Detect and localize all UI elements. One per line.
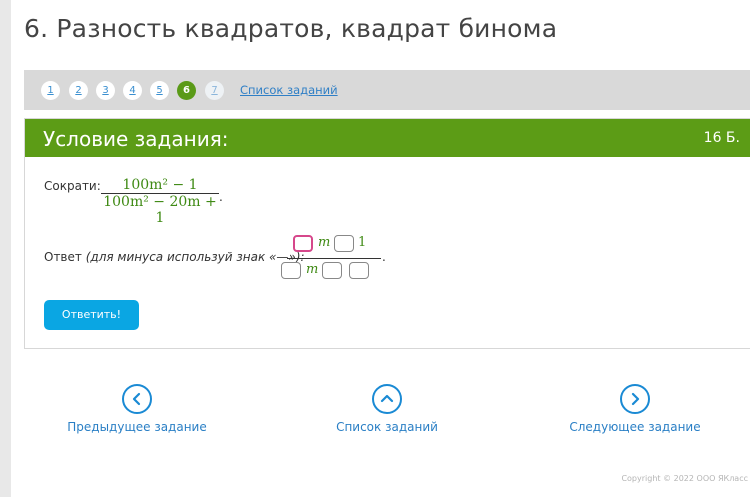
prompt-label: Сократи: (44, 179, 101, 193)
pager-item-3[interactable]: 3 (96, 81, 115, 100)
prev-task-nav[interactable]: Предыдущее задание (37, 384, 237, 434)
chevron-right-icon[interactable] (620, 384, 650, 414)
task-panel: Условие задания: 16 Б. Сократи: 100m² − … (24, 118, 750, 349)
task-header: Условие задания: 16 Б. (25, 119, 750, 157)
answer-denominator-sign-input[interactable] (322, 262, 342, 279)
task-pager: 1 2 3 4 5 6 7 Список заданий (24, 70, 750, 110)
prev-task-link[interactable]: Предыдущее задание (37, 420, 237, 434)
task-list-nav-link[interactable]: Список заданий (287, 420, 487, 434)
chevron-left-icon[interactable] (122, 384, 152, 414)
pager-item-6-current: 6 (177, 81, 196, 100)
copyright: Copyright © 2022 ООО ЯКласс (621, 474, 748, 483)
pager-item-2[interactable]: 2 (69, 81, 88, 100)
answer-numerator-var: m (318, 235, 331, 250)
problem-fraction: 100m² − 1 100m² − 20m + 1 (101, 177, 219, 226)
answer-line: Ответ (для минуса используй знак «—»): (44, 250, 305, 264)
pager-item-7[interactable]: 7 (205, 81, 224, 100)
fraction-denominator: 100m² − 20m + 1 (103, 194, 217, 226)
period: . (219, 190, 223, 204)
answer-numerator-const: 1 (358, 235, 367, 250)
next-task-link[interactable]: Следующее задание (535, 420, 735, 434)
pager-item-1[interactable]: 1 (41, 81, 60, 100)
task-list-nav[interactable]: Список заданий (287, 384, 487, 434)
page: 6. Разность квадратов, квадрат бинома 1 … (11, 0, 750, 497)
answer-hint: (для минуса используй знак «—»): (85, 250, 305, 264)
answer-denominator-coef-input[interactable] (281, 262, 301, 279)
fraction-numerator: 100m² − 1 (122, 177, 198, 193)
page-title: 6. Разность квадратов, квадрат бинома (24, 14, 558, 43)
submit-answer-button[interactable]: Ответить! (44, 300, 139, 330)
answer-numerator-sign-input[interactable] (334, 235, 354, 252)
task-list-link[interactable]: Список заданий (240, 83, 338, 97)
pager-item-4[interactable]: 4 (123, 81, 142, 100)
answer-fraction-bar (287, 258, 381, 259)
answer-denominator-const-input[interactable] (349, 262, 369, 279)
pager-item-5[interactable]: 5 (150, 81, 169, 100)
next-task-nav[interactable]: Следующее задание (535, 384, 735, 434)
task-points: 16 Б. (703, 130, 740, 146)
answer-period: . (382, 250, 386, 264)
answer-denominator-var: m (306, 262, 319, 277)
answer-numerator-coef-input[interactable] (293, 235, 313, 252)
answer-label: Ответ (44, 250, 82, 264)
chevron-up-icon[interactable] (372, 384, 402, 414)
task-header-title: Условие задания: (43, 127, 229, 151)
